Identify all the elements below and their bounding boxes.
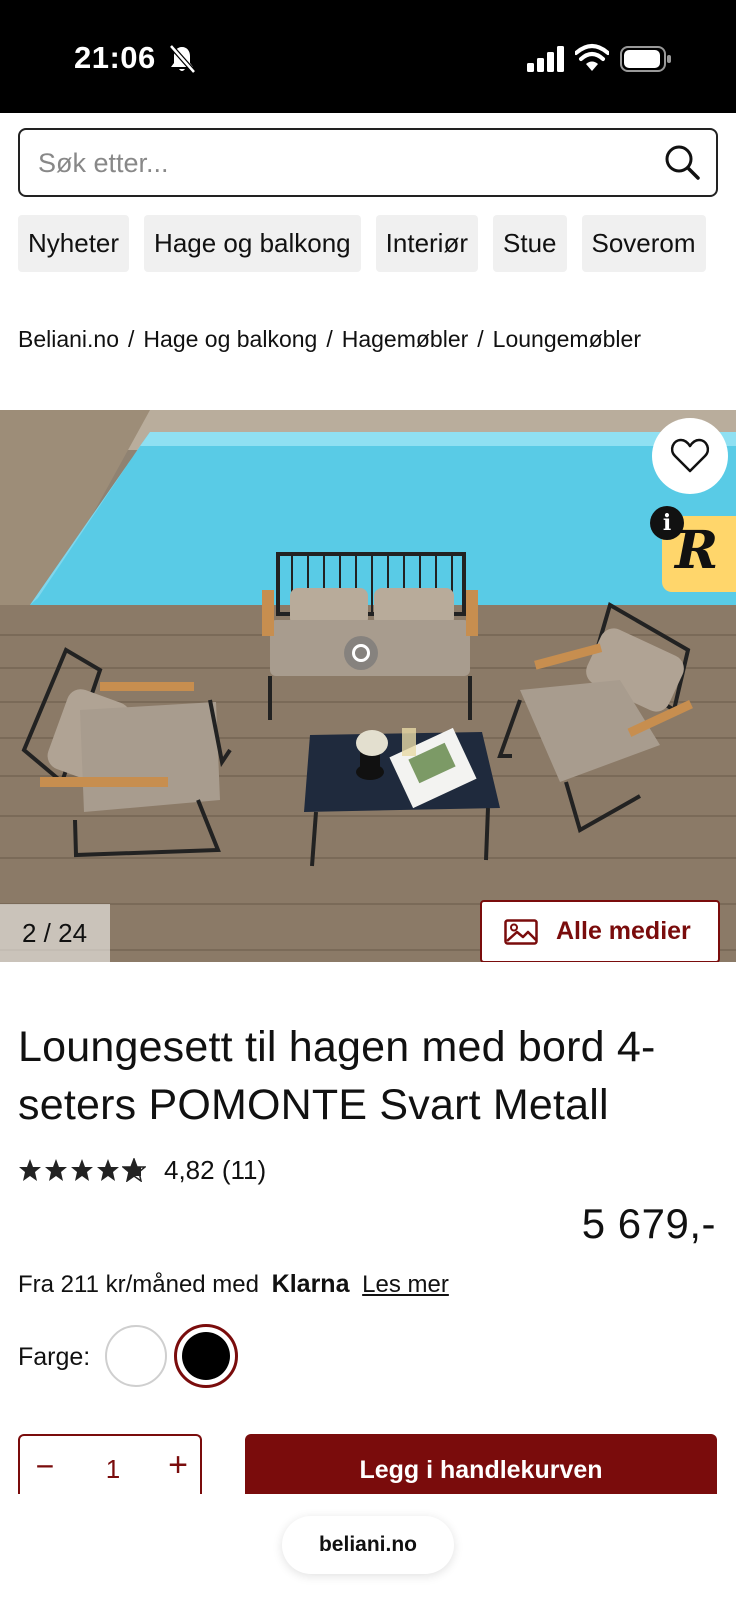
category-interior[interactable]: Interiør [375, 215, 478, 272]
all-media-label: Alle medier [556, 917, 691, 945]
category-nyheter[interactable]: Nyheter [18, 215, 130, 272]
signal-icon [527, 46, 564, 72]
info-icon[interactable]: i [650, 506, 684, 540]
all-media-button[interactable]: Alle medier [480, 900, 720, 962]
quantity-value[interactable]: 1 [98, 1454, 128, 1485]
breadcrumb-separator: / [326, 326, 333, 352]
product-title: Loungesett til hagen med bord 4-seters P… [18, 1023, 656, 1129]
breadcrumb-separator: / [477, 326, 484, 352]
search-box[interactable] [18, 128, 718, 197]
color-swatch-white[interactable] [105, 1325, 167, 1387]
klarna-text: Fra 211 kr/måned med [18, 1271, 259, 1298]
status-time: 21:06 [74, 40, 156, 75]
category-nav: Nyheter Hage og balkong Interiør Stue So… [0, 215, 717, 272]
klarna-logo: Klarna [271, 1270, 350, 1298]
wishlist-button[interactable] [652, 418, 728, 494]
breadcrumb-hagemobler[interactable]: Hagemøbler [342, 326, 469, 352]
star-full-icon [97, 1159, 119, 1181]
star-full-icon [45, 1159, 67, 1181]
category-hage-og-balkong[interactable]: Hage og balkong [144, 215, 361, 272]
product-price: 5 679,- [581, 1200, 716, 1247]
image-counter: 2 / 24 [0, 904, 110, 962]
quantity-stepper: − 1 + [18, 1434, 202, 1494]
bell-slash-icon [169, 44, 196, 74]
battery-icon [620, 46, 671, 72]
rating-text: 4,82 (11) [164, 1154, 267, 1185]
star-full-icon [71, 1159, 93, 1181]
category-stue[interactable]: Stue [493, 215, 567, 272]
browser-bottom-bar: beliani.no [0, 1494, 736, 1600]
product-rating[interactable]: 4,82 (11) [18, 1152, 266, 1188]
breadcrumb: Beliani.no / Hage og balkong / Hagemøbler / Lo… [18, 326, 641, 353]
quantity-decrease-button[interactable]: − [30, 1450, 60, 1482]
add-to-cart-button[interactable]: Legg i handlekurven [245, 1434, 717, 1494]
color-swatch-black-selected[interactable] [174, 1324, 238, 1388]
quantity-increase-button[interactable]: + [163, 1448, 193, 1482]
product-image [0, 410, 736, 962]
video-play-indicator[interactable] [344, 636, 378, 670]
klarna-financing: Fra 211 kr/måned med Klarna Les mer [18, 1270, 449, 1299]
search-input[interactable] [38, 142, 638, 184]
search-icon[interactable] [662, 142, 702, 182]
breadcrumb-hage-og-balkong[interactable]: Hage og balkong [143, 326, 317, 352]
image-gallery-icon [504, 918, 538, 945]
status-bar: 21:06 [0, 0, 736, 113]
category-soverom[interactable]: Soverom [581, 215, 706, 272]
breadcrumb-home[interactable]: Beliani.no [18, 326, 119, 352]
breadcrumb-loungemobler[interactable]: Loungemøbler [493, 326, 641, 352]
wifi-icon [575, 44, 609, 71]
star-full-icon [19, 1159, 41, 1181]
product-gallery[interactable]: R i 2 / 24 Alle medier [0, 410, 736, 962]
breadcrumb-separator: / [128, 326, 135, 352]
klarna-read-more-link[interactable]: Les mer [362, 1271, 449, 1298]
color-label: Farge: [18, 1343, 91, 1371]
rating-stars [18, 1158, 146, 1182]
browser-url-pill[interactable]: beliani.no [282, 1516, 454, 1574]
heart-icon [670, 438, 710, 473]
star-partial-icon [122, 1158, 146, 1182]
